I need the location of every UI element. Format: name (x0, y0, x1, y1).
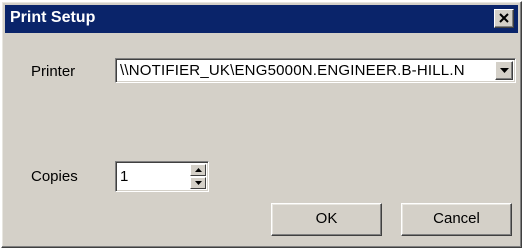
ok-button[interactable]: OK (271, 203, 382, 236)
title-bar[interactable]: Print Setup (5, 5, 518, 33)
cancel-button[interactable]: Cancel (401, 203, 512, 236)
window-title: Print Setup (10, 9, 96, 26)
copies-stepper[interactable]: 1 (115, 161, 209, 192)
close-icon (499, 13, 509, 23)
copies-spin-buttons (190, 164, 206, 189)
print-setup-dialog: Print Setup Printer \\NOTIFIER_UK\ENG500… (1, 1, 522, 248)
copies-label: Copies (31, 168, 78, 185)
chevron-down-icon (500, 68, 509, 73)
printer-select[interactable]: \\NOTIFIER_UK\ENG5000N.ENGINEER.B-HILL.N (115, 58, 516, 83)
copies-decrement-button[interactable] (190, 177, 206, 189)
printer-select-value: \\NOTIFIER_UK\ENG5000N.ENGINEER.B-HILL.N (120, 62, 465, 79)
copies-increment-button[interactable] (190, 164, 206, 176)
copies-input[interactable]: 1 (120, 168, 128, 185)
close-button[interactable] (494, 9, 514, 28)
printer-label: Printer (31, 63, 76, 80)
spin-down-icon (195, 181, 202, 185)
spin-up-icon (195, 168, 202, 172)
printer-dropdown-button[interactable] (495, 61, 513, 80)
